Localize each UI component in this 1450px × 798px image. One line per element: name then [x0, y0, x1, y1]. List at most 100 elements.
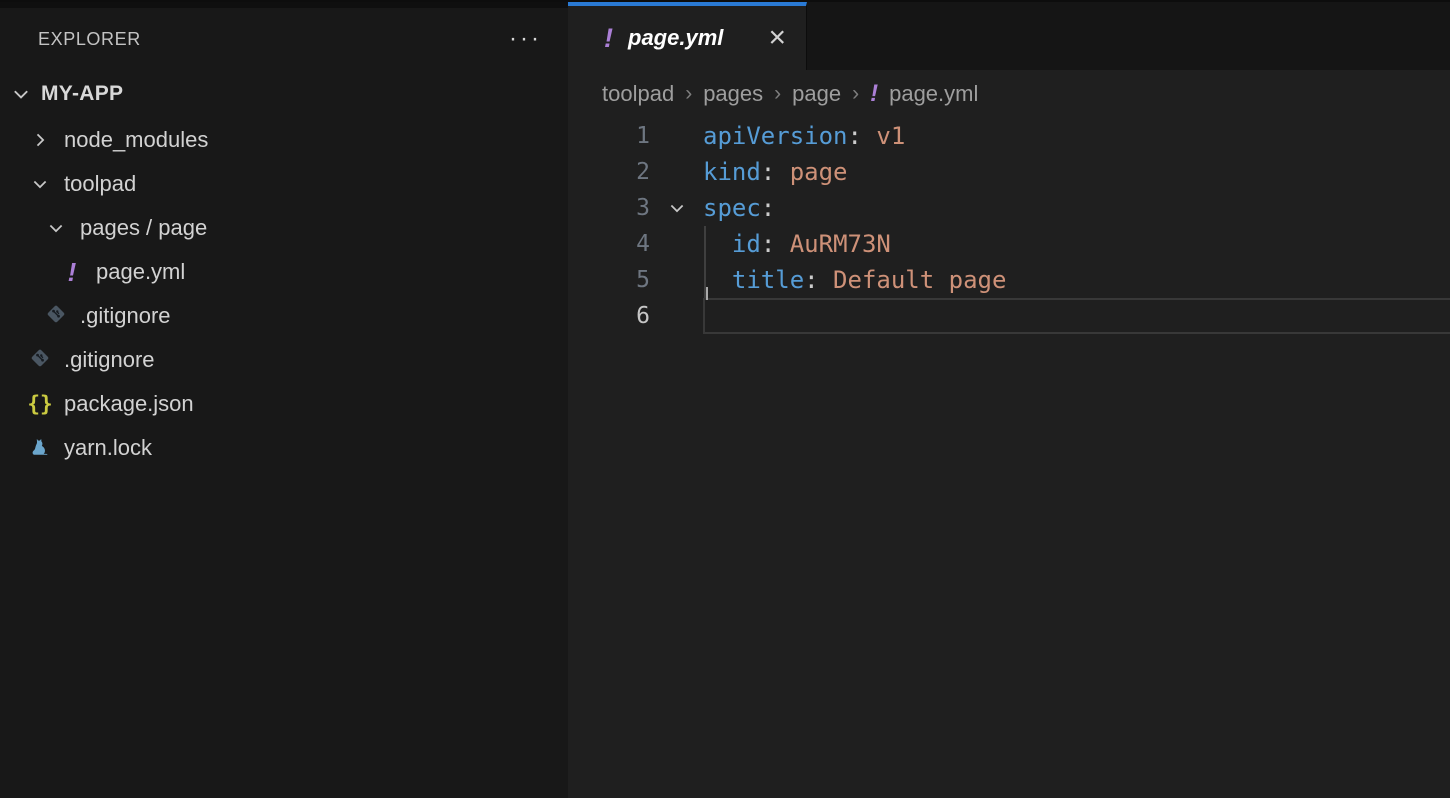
exclamation-icon: ! — [870, 82, 878, 106]
line-number[interactable]: 4 — [568, 226, 650, 262]
fold-gutter — [650, 154, 703, 190]
breadcrumb-item-page[interactable]: page — [792, 81, 841, 107]
tab-label: page.yml — [628, 25, 723, 51]
tree-item-label: .gitignore — [64, 347, 155, 373]
code-line-content[interactable]: id: AuRM73N — [703, 226, 1450, 262]
code-line-4[interactable]: 4 id: AuRM73N — [568, 226, 1450, 262]
breadcrumb-folders: toolpad › pages › page › — [602, 81, 859, 107]
tree-item-label: .gitignore — [80, 303, 171, 329]
tab-page-yml[interactable]: ! page.yml × — [568, 2, 807, 70]
line-number[interactable]: 1 — [568, 118, 650, 154]
tree-item-package.json[interactable]: {} package.json — [0, 382, 568, 426]
code-token: apiVersion — [703, 122, 848, 150]
code-token: : — [804, 266, 818, 294]
fold-gutter[interactable] — [650, 190, 703, 226]
code-token: : — [761, 194, 775, 222]
code-token: : — [761, 230, 775, 258]
fold-gutter — [650, 118, 703, 154]
json-braces-icon: {} — [27, 394, 52, 415]
tab-bar: ! page.yml × — [568, 2, 1450, 70]
code-line-content[interactable]: title: Default page — [703, 262, 1450, 298]
line-number[interactable]: 2 — [568, 154, 650, 190]
close-icon[interactable]: × — [768, 23, 786, 53]
fold-chevron-down-icon — [667, 198, 687, 218]
project-section-header[interactable]: MY-APP — [0, 70, 568, 118]
explorer-header: EXPLORER ··· — [0, 8, 568, 70]
yarn-cat-icon — [29, 435, 51, 462]
code-token: title — [732, 266, 804, 294]
tree-item-label: pages / page — [80, 215, 207, 241]
indent-guide-line — [704, 226, 706, 262]
git-icon — [29, 347, 51, 374]
code-token: : — [761, 158, 775, 186]
fold-gutter — [650, 226, 703, 262]
code-token: page — [775, 158, 847, 186]
tree-item-label: yarn.lock — [64, 435, 152, 461]
code-token: : — [848, 122, 862, 150]
code-token — [703, 230, 732, 258]
code-token: spec — [703, 194, 761, 222]
tree-item-label: page.yml — [96, 259, 185, 285]
vscode-window: EXPLORER ··· MY-APP node_modulestoolpadp… — [0, 0, 1450, 798]
editor-code-area[interactable]: 1apiVersion: v12kind: page3spec:4 id: Au… — [568, 118, 1450, 334]
chevron-down-icon — [46, 218, 66, 238]
breadcrumb-separator-icon: › — [685, 82, 692, 106]
chevron-down-icon — [30, 174, 50, 194]
code-line-content[interactable]: spec: — [703, 190, 1450, 226]
breadcrumb-separator-icon: › — [852, 82, 859, 106]
code-line-5[interactable]: 5 title: Default page — [568, 262, 1450, 298]
tree-item-icon-box — [44, 218, 68, 238]
tree-item-icon-box — [44, 303, 68, 330]
line-number[interactable]: 5 — [568, 262, 650, 298]
code-token: Default page — [819, 266, 1007, 294]
code-token: id — [732, 230, 761, 258]
breadcrumb-item-file[interactable]: page.yml — [889, 81, 978, 107]
tree-item-icon-box — [28, 435, 52, 462]
tree-item-pages-page[interactable]: pages / page — [0, 206, 568, 250]
tree-item-label: package.json — [64, 391, 194, 417]
tree-item-.gitignore[interactable]: .gitignore — [0, 294, 568, 338]
more-actions-icon[interactable]: ··· — [509, 34, 542, 44]
tree-item-icon-box — [28, 174, 52, 194]
tree-item-label: toolpad — [64, 171, 136, 197]
code-line-1[interactable]: 1 apiVersion: v1 — [568, 118, 1450, 154]
tree-item-icon-box: {} — [28, 394, 52, 415]
tree-item-toolpad[interactable]: toolpad — [0, 162, 568, 206]
explorer-sidebar: EXPLORER ··· MY-APP node_modulestoolpad p… — [0, 2, 568, 798]
chevron-right-icon — [30, 130, 50, 150]
fold-gutter — [650, 298, 703, 334]
breadcrumb-item-toolpad[interactable]: toolpad — [602, 81, 674, 107]
code-line-3[interactable]: 3 spec: — [568, 190, 1450, 226]
breadcrumb: toolpad › pages › page › ! page.yml — [568, 70, 1450, 118]
git-icon — [45, 303, 67, 330]
code-line-content[interactable]: apiVersion: v1 — [703, 118, 1450, 154]
fold-gutter — [650, 262, 703, 298]
exclamation-icon: ! — [68, 259, 77, 285]
explorer-title: EXPLORER — [38, 29, 141, 50]
tree-item-node-modules[interactable]: node_modules — [0, 118, 568, 162]
tree-item-icon-box — [28, 347, 52, 374]
code-token: AuRM73N — [775, 230, 891, 258]
line-number[interactable]: 3 — [568, 190, 650, 226]
code-token: v1 — [862, 122, 905, 150]
code-line-content[interactable]: kind: page — [703, 154, 1450, 190]
project-name: MY-APP — [41, 82, 123, 106]
text-cursor — [706, 287, 708, 300]
file-tree: node_modulestoolpad pages / page! page.yml… — [0, 118, 568, 470]
tree-item-yarn.lock[interactable]: yarn.lock — [0, 426, 568, 470]
editor-group: ! page.yml × toolpad › pages › page › ! page.… — [568, 2, 1450, 798]
breadcrumb-item-pages[interactable]: pages — [703, 81, 763, 107]
code-line-6[interactable]: 6 — [568, 298, 1450, 334]
tree-item-icon-box — [28, 130, 52, 150]
exclamation-icon: ! — [604, 25, 613, 52]
tree-item-page.yml[interactable]: ! page.yml — [0, 250, 568, 294]
tree-item-icon-box: ! — [60, 259, 84, 285]
line-number[interactable]: 6 — [568, 298, 650, 334]
code-line-2[interactable]: 2 kind: page — [568, 154, 1450, 190]
tree-item-.gitignore[interactable]: .gitignore — [0, 338, 568, 382]
chevron-down-icon — [10, 83, 32, 105]
tree-item-label: node_modules — [64, 127, 208, 153]
breadcrumb-separator-icon: › — [774, 82, 781, 106]
code-token: kind — [703, 158, 761, 186]
code-line-content[interactable] — [703, 298, 1450, 334]
